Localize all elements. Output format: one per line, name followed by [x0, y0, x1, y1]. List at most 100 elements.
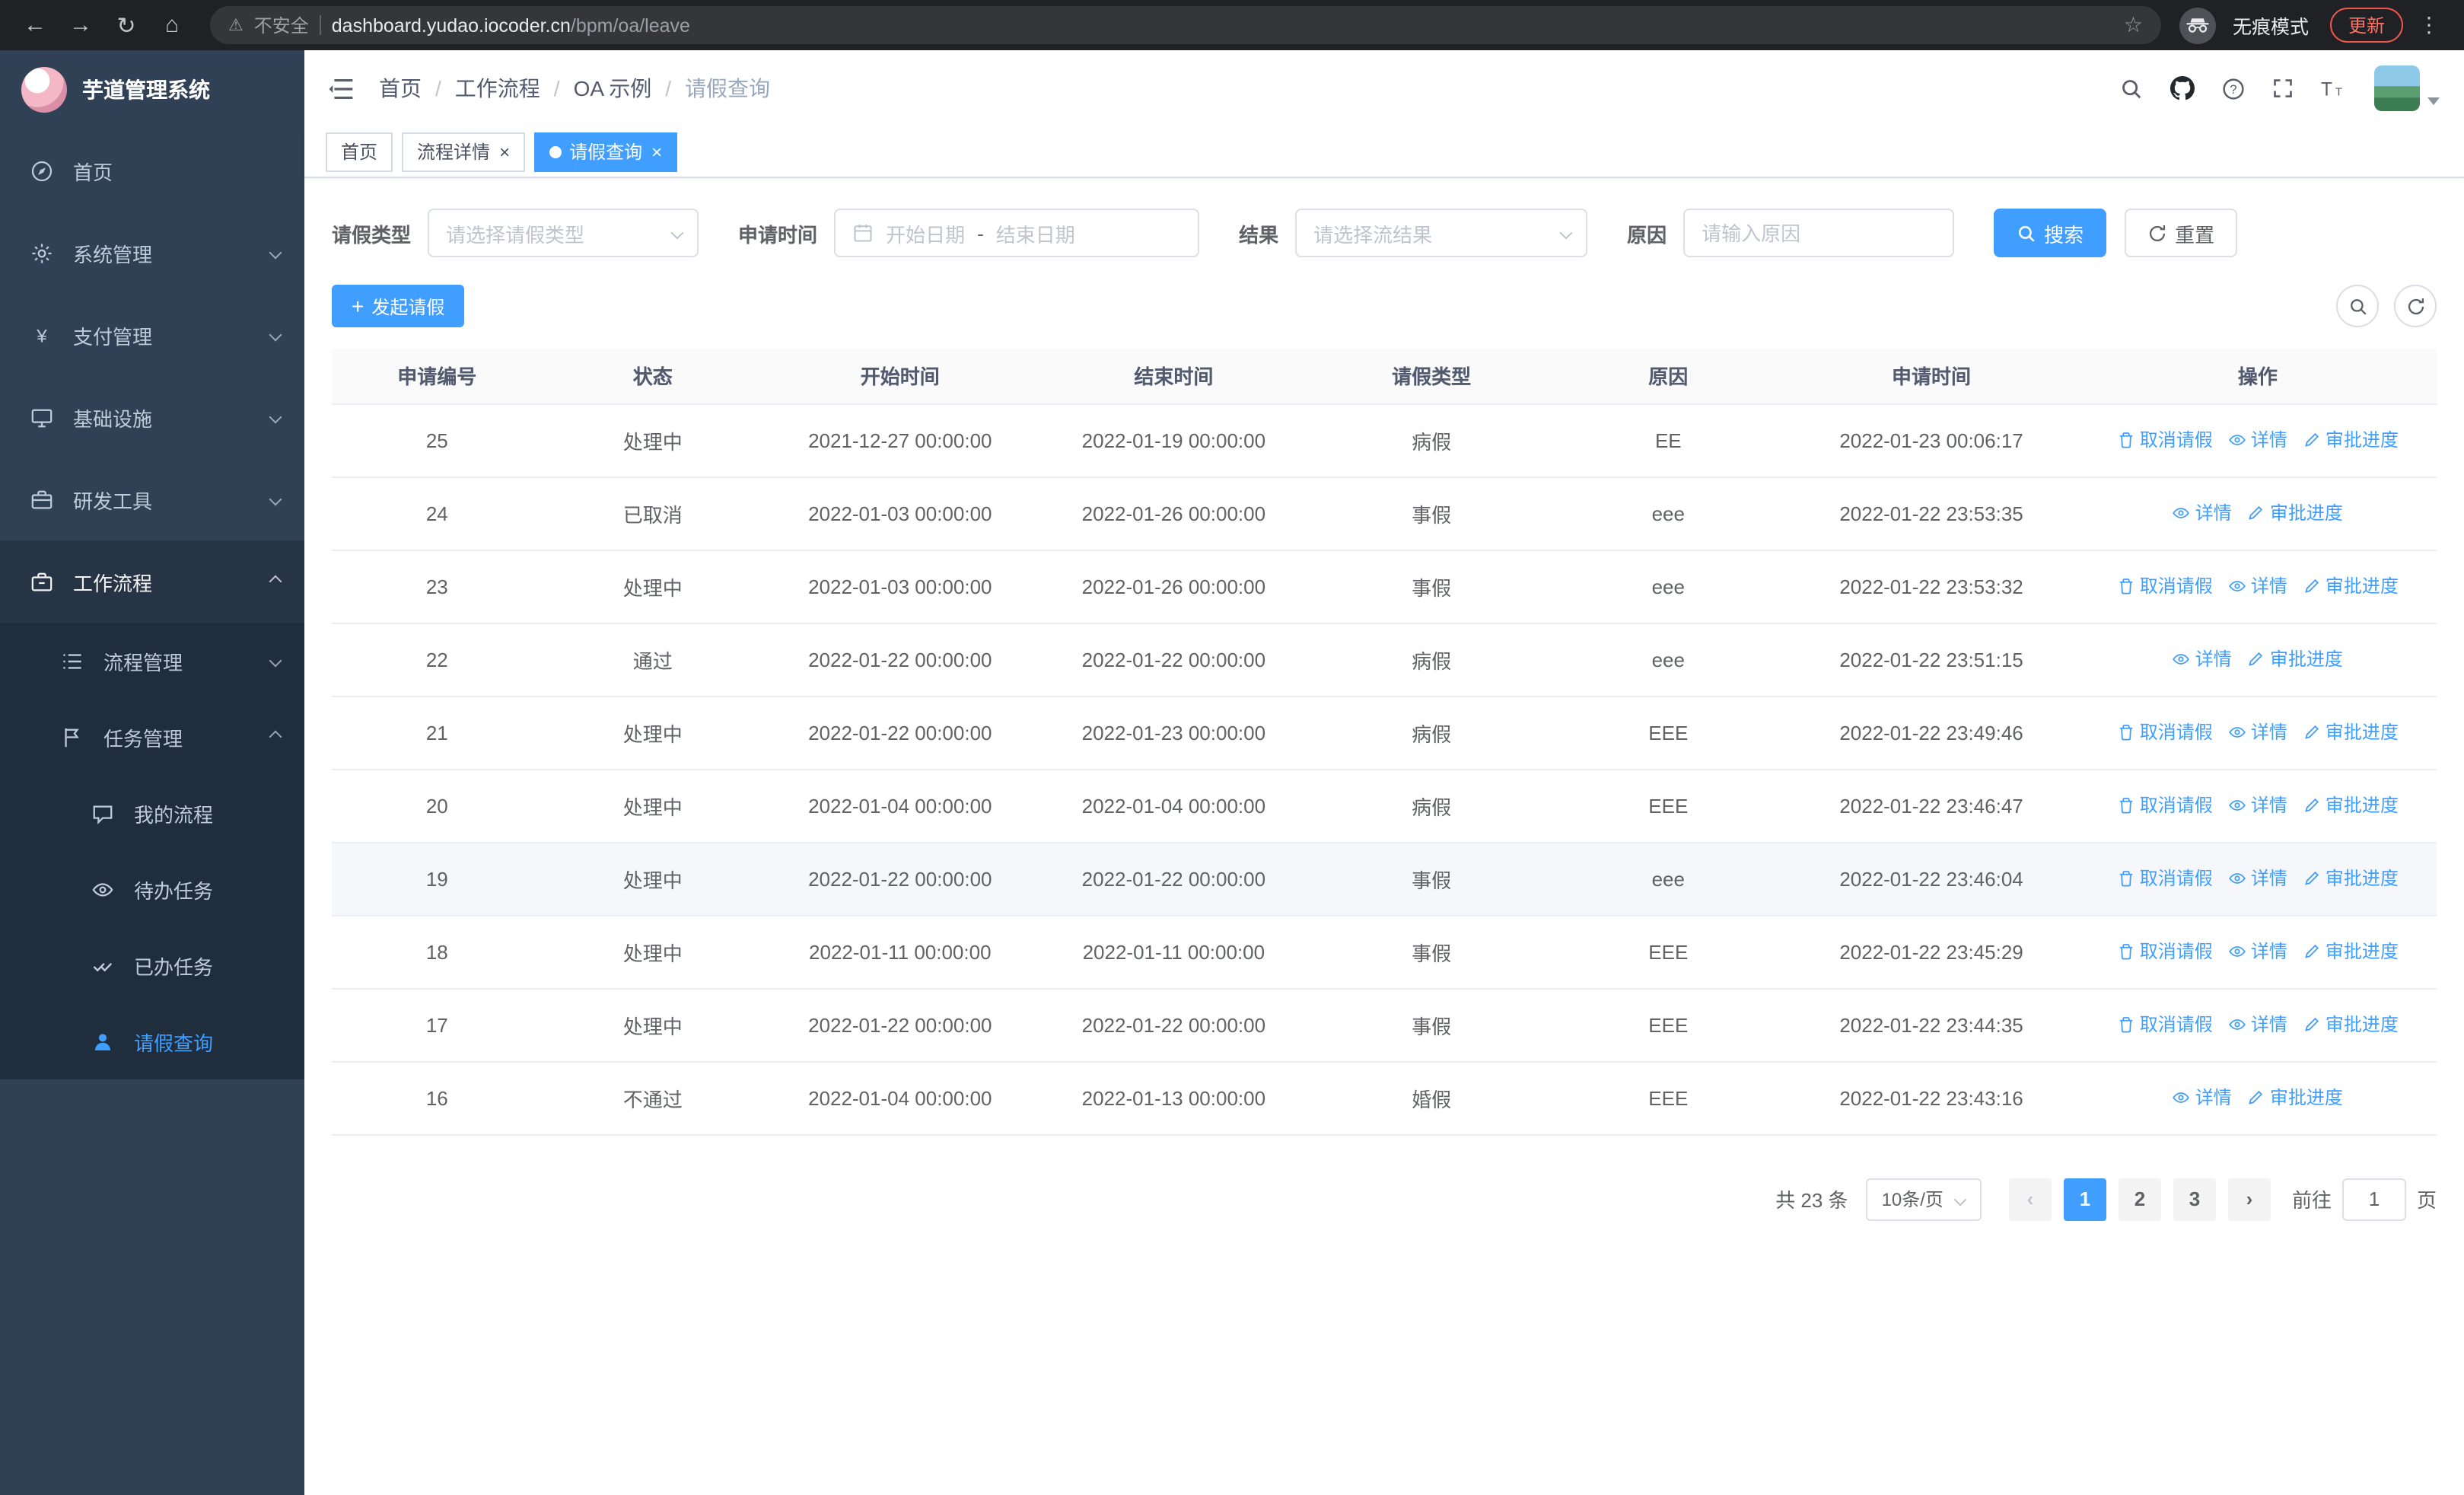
tab-leave-query[interactable]: 请假查询 ×	[534, 132, 678, 171]
row-actions: 取消请假 详情 审批进度	[2078, 915, 2437, 989]
leave-type-select[interactable]: 请选择请假类型	[428, 209, 699, 257]
plus-icon: +	[352, 294, 365, 318]
create-leave-button[interactable]: + 发起请假	[332, 285, 465, 327]
cell-status: 通过	[542, 623, 763, 696]
eye-icon	[91, 878, 114, 901]
cancel-leave-link[interactable]: 取消请假	[2117, 1012, 2213, 1038]
tab-home[interactable]: 首页	[326, 132, 393, 171]
reload-icon[interactable]: ↻	[107, 5, 146, 45]
approval-progress-link[interactable]: 审批进度	[2303, 865, 2399, 891]
sidebar-item-devtools[interactable]: 研发工具	[0, 458, 304, 540]
result-select[interactable]: 请选择流结果	[1295, 209, 1588, 257]
detail-link[interactable]: 详情	[2173, 500, 2232, 526]
row-actions: 详情 审批进度	[2078, 623, 2437, 696]
cancel-leave-link[interactable]: 取消请假	[2117, 939, 2213, 964]
detail-link[interactable]: 详情	[2228, 427, 2287, 453]
address-bar[interactable]: ⚠ 不安全 dashboard.yudao.iocoder.cn/bpm/oa/…	[210, 6, 2161, 44]
detail-link[interactable]: 详情	[2228, 573, 2287, 599]
font-size-icon[interactable]: TT	[2321, 78, 2347, 99]
cancel-leave-link[interactable]: 取消请假	[2117, 573, 2213, 599]
fullscreen-icon[interactable]	[2272, 78, 2294, 99]
refresh-button[interactable]	[2394, 285, 2437, 327]
toggle-search-button[interactable]	[2336, 285, 2379, 327]
breadcrumb-item[interactable]: OA 示例	[574, 73, 652, 104]
sidebar-item-my-process[interactable]: 我的流程	[0, 775, 304, 851]
update-button[interactable]: 更新	[2329, 8, 2403, 43]
date-range-picker[interactable]: 开始日期 - 结束日期	[834, 209, 1200, 257]
approval-progress-link[interactable]: 审批进度	[2247, 646, 2343, 672]
approval-progress-link[interactable]: 审批进度	[2303, 939, 2399, 964]
cell-start: 2022-01-04 00:00:00	[763, 1061, 1037, 1135]
back-icon[interactable]: ←	[15, 5, 55, 45]
cancel-leave-link[interactable]: 取消请假	[2117, 865, 2213, 891]
sidebar-item-workflow[interactable]: 工作流程	[0, 540, 304, 623]
close-icon[interactable]: ×	[651, 142, 662, 161]
approval-progress-link[interactable]: 审批进度	[2303, 573, 2399, 599]
sidebar-item-leave-query[interactable]: 请假查询	[0, 1003, 304, 1079]
detail-link[interactable]: 详情	[2173, 1085, 2232, 1111]
browser-menu-icon[interactable]: ⋮	[2409, 5, 2449, 45]
cell-reason: EEE	[1552, 769, 1784, 843]
leave-table-body: 25 处理中 2021-12-27 00:00:00 2022-01-19 00:00…	[332, 403, 2437, 1135]
breadcrumb-item[interactable]: 首页	[379, 73, 422, 104]
cell-applied: 2022-01-22 23:49:46	[1784, 696, 2079, 770]
approval-progress-link[interactable]: 审批进度	[2303, 1012, 2399, 1038]
page-size-select[interactable]: 10条/页	[1866, 1178, 1982, 1220]
sidebar-item-system[interactable]: 系统管理	[0, 212, 304, 294]
tab-process-detail[interactable]: 流程详情 ×	[402, 132, 526, 171]
detail-link[interactable]: 详情	[2228, 939, 2287, 964]
menu-fold-icon[interactable]	[329, 77, 355, 100]
sidebar-item-todo-tasks[interactable]: 待办任务	[0, 851, 304, 927]
sidebar-item-payment[interactable]: ¥ 支付管理	[0, 294, 304, 376]
forward-icon[interactable]: →	[61, 5, 100, 45]
sidebar-item-process-management[interactable]: 流程管理	[0, 623, 304, 699]
detail-link[interactable]: 详情	[2228, 792, 2287, 818]
approval-progress-link[interactable]: 审批进度	[2247, 500, 2343, 526]
sidebar-item-done-tasks[interactable]: 已办任务	[0, 927, 304, 1003]
home-icon[interactable]: ⌂	[152, 5, 192, 45]
bookmark-star-icon[interactable]: ☆	[2124, 12, 2143, 38]
page-number-button[interactable]: 2	[2118, 1178, 2161, 1220]
detail-link[interactable]: 详情	[2173, 646, 2232, 672]
header-search-icon[interactable]	[2120, 77, 2143, 100]
approval-progress-link[interactable]: 审批进度	[2303, 792, 2399, 818]
detail-link[interactable]: 详情	[2228, 865, 2287, 891]
table-row: 20 处理中 2022-01-04 00:00:00 2022-01-04 00:00…	[332, 769, 2437, 843]
cancel-leave-link[interactable]: 取消请假	[2117, 719, 2213, 745]
breadcrumb-item[interactable]: 工作流程	[455, 73, 540, 104]
reason-input[interactable]	[1683, 209, 1955, 257]
column-header: 结束时间	[1036, 349, 1311, 404]
github-icon[interactable]	[2170, 76, 2195, 100]
sidebar-menu: 首页 系统管理 ¥ 支付管理 基础设施 研发工具 工作流程 流程管理 任务管理 …	[0, 129, 304, 1495]
prev-page-button[interactable]: ‹	[2008, 1178, 2052, 1220]
sidebar-logo[interactable]: 芋道管理系统	[0, 50, 304, 129]
sidebar-item-home[interactable]: 首页	[0, 129, 304, 212]
search-button[interactable]: 搜索	[1994, 209, 2107, 257]
next-page-button[interactable]: ›	[2227, 1178, 2271, 1220]
security-label[interactable]: 不安全	[254, 12, 309, 38]
approval-progress-link[interactable]: 审批进度	[2303, 719, 2399, 745]
cancel-leave-link[interactable]: 取消请假	[2117, 427, 2213, 453]
reset-button[interactable]: 重置	[2125, 209, 2238, 257]
briefcase-icon	[30, 488, 53, 511]
help-icon[interactable]: ?	[2222, 77, 2245, 100]
approval-progress-link[interactable]: 审批进度	[2303, 427, 2399, 453]
cell-id: 21	[332, 696, 543, 770]
user-avatar[interactable]	[2374, 65, 2420, 111]
close-icon[interactable]: ×	[499, 142, 510, 161]
user-menu[interactable]	[2374, 65, 2440, 111]
cell-end: 2022-01-19 00:00:00	[1036, 403, 1311, 477]
sidebar-item-infrastructure[interactable]: 基础设施	[0, 376, 304, 458]
page-number-button[interactable]: 1	[2063, 1178, 2106, 1220]
cancel-leave-link[interactable]: 取消请假	[2117, 792, 2213, 818]
cell-end: 2022-01-13 00:00:00	[1036, 1061, 1311, 1135]
goto-page-input[interactable]	[2341, 1178, 2406, 1220]
page-number-button[interactable]: 3	[2173, 1178, 2216, 1220]
approval-progress-link[interactable]: 审批进度	[2247, 1085, 2343, 1111]
breadcrumb-separator: /	[553, 76, 560, 100]
table-row: 19 处理中 2022-01-22 00:00:00 2022-01-22 00:00…	[332, 842, 2437, 916]
chevron-down-icon	[1953, 1192, 1967, 1206]
sidebar-item-task-management[interactable]: 任务管理	[0, 699, 304, 775]
detail-link[interactable]: 详情	[2228, 719, 2287, 745]
detail-link[interactable]: 详情	[2228, 1012, 2287, 1038]
